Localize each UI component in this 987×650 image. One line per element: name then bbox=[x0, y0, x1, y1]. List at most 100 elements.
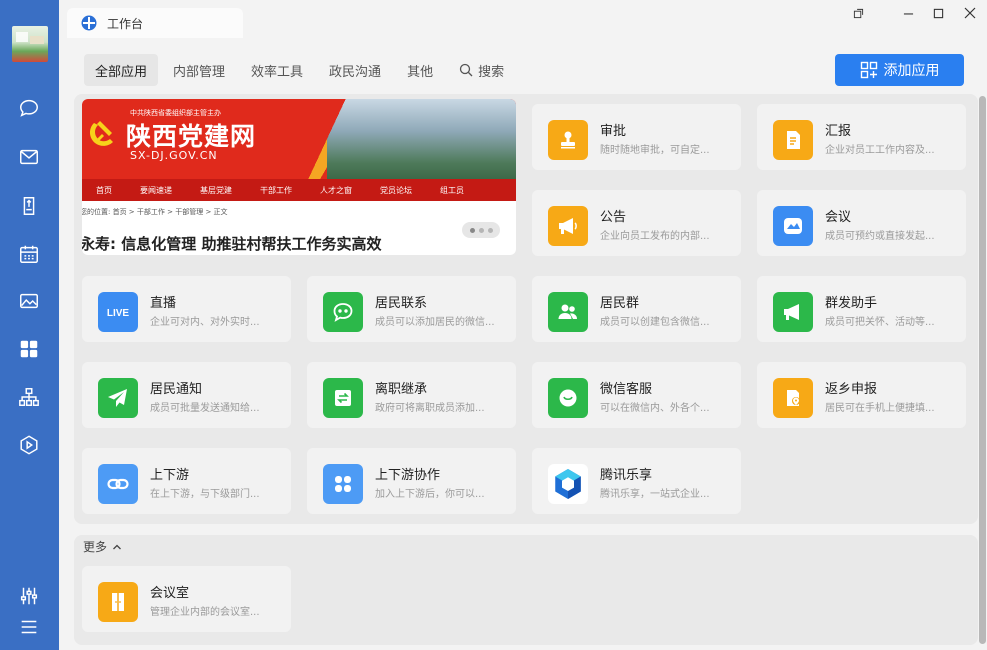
weixin-play-icon[interactable] bbox=[17, 433, 41, 457]
app-card-upstream-downstream[interactable]: 上下游 在上下游，与下级部门... bbox=[82, 448, 291, 514]
more-toggle[interactable]: 更多 bbox=[83, 538, 122, 555]
app-name: 汇报 bbox=[825, 124, 852, 139]
app-name: 腾讯乐享 bbox=[600, 468, 653, 483]
chevron-up-icon bbox=[113, 544, 121, 549]
app-desc: 成员可批量发送通知给... bbox=[150, 403, 260, 414]
title-bar: 工作台 bbox=[59, 0, 987, 38]
add-app-button[interactable]: 添加应用 bbox=[835, 54, 964, 86]
transfer-icon bbox=[323, 378, 363, 418]
banner-site-url: SX-DJ.GOV.CN bbox=[130, 149, 218, 162]
banner-headline: 永寿: 信息化管理 助推驻村帮扶工作务实高效 bbox=[82, 235, 382, 253]
app-card-meeting[interactable]: 会议 成员可预约或直接发起... bbox=[757, 190, 966, 256]
app-desc: 成员可以创建包含微信... bbox=[600, 317, 710, 328]
door-icon bbox=[98, 582, 138, 622]
maximize-button[interactable] bbox=[929, 4, 947, 22]
location-doc-icon bbox=[773, 378, 813, 418]
svg-text:LIVE: LIVE bbox=[107, 308, 130, 319]
meeting-icon bbox=[773, 206, 813, 246]
close-button[interactable] bbox=[961, 4, 979, 22]
menu-icon[interactable] bbox=[17, 615, 41, 639]
banner-breadcrumb: 您的位置: 首页 > 干部工作 > 干部管理 > 正文 bbox=[82, 208, 228, 216]
app-card-report[interactable]: 汇报 企业对员工工作内容及... bbox=[757, 104, 966, 170]
picture-icon[interactable] bbox=[17, 289, 41, 313]
chat-bubble-icon bbox=[323, 292, 363, 332]
app-desc: 政府可将离职成员添加... bbox=[375, 403, 485, 414]
banner-nav-item: 组工员 bbox=[440, 185, 464, 195]
app-card-live[interactable]: LIVE 直播 企业可对内、对外实时... bbox=[82, 276, 291, 342]
banner-nav-item: 要闻速递 bbox=[140, 185, 172, 195]
group-icon bbox=[548, 292, 588, 332]
app-name: 群发助手 bbox=[825, 296, 878, 311]
stamp-icon bbox=[548, 120, 588, 160]
app-card-resident-group[interactable]: 居民群 成员可以创建包含微信... bbox=[532, 276, 741, 342]
app-card-resignation-inherit[interactable]: 离职继承 政府可将离职成员添加... bbox=[307, 362, 516, 428]
banner-nav: 首页 要闻速递 基层党建 干部工作 人才之窗 党员论坛 组工员 bbox=[82, 179, 516, 201]
app-card-upstream-collab[interactable]: 上下游协作 加入上下游后，你可以... bbox=[307, 448, 516, 514]
workbench-icon[interactable] bbox=[17, 337, 41, 361]
app-name: 微信客服 bbox=[600, 382, 653, 397]
org-chart-icon[interactable] bbox=[17, 385, 41, 409]
message-icon[interactable] bbox=[17, 96, 41, 120]
tab-gov-citizen[interactable]: 政民沟通 bbox=[318, 54, 392, 86]
document-icon[interactable] bbox=[17, 194, 41, 218]
report-icon bbox=[773, 120, 813, 160]
app-desc: 在上下游，与下级部门... bbox=[150, 489, 260, 500]
sidebar bbox=[0, 0, 59, 650]
category-tabs: 全部应用 内部管理 效率工具 政民沟通 其他 搜索 bbox=[84, 54, 519, 86]
banner-nav-item: 干部工作 bbox=[260, 185, 292, 195]
app-desc: 企业可对内、对外实时... bbox=[150, 317, 260, 328]
app-desc: 随时随地审批，可自定... bbox=[600, 145, 710, 156]
mail-icon[interactable] bbox=[17, 145, 41, 169]
live-icon: LIVE bbox=[98, 292, 138, 332]
app-desc: 成员可把关怀、活动等... bbox=[825, 317, 935, 328]
settings-sliders-icon[interactable] bbox=[17, 584, 41, 608]
banner-nav-item: 人才之窗 bbox=[320, 185, 352, 195]
tab-internal-management[interactable]: 内部管理 bbox=[162, 54, 236, 86]
app-card-announcement[interactable]: 公告 企业向员工发布的内部... bbox=[532, 190, 741, 256]
service-icon bbox=[548, 378, 588, 418]
app-name: 审批 bbox=[600, 124, 627, 139]
banner-nav-item: 基层党建 bbox=[200, 185, 232, 195]
app-name: 会议室 bbox=[150, 586, 190, 601]
app-desc: 企业向员工发布的内部... bbox=[600, 231, 710, 242]
app-card-tencent-lexiang[interactable]: 腾讯乐享 腾讯乐享，一站式企业... bbox=[532, 448, 741, 514]
carousel-dots[interactable] bbox=[462, 222, 500, 238]
app-name: 居民群 bbox=[600, 296, 640, 311]
app-card-meeting-room[interactable]: 会议室 管理企业内部的会议室... bbox=[82, 566, 291, 632]
news-banner[interactable]: 中共陕西省委组织部主管主办 陕西党建网 SX-DJ.GOV.CN 首页 要闻速递… bbox=[82, 99, 516, 255]
app-name: 直播 bbox=[150, 296, 177, 311]
app-card-wechat-service[interactable]: 微信客服 可以在微信内、外各个... bbox=[532, 362, 741, 428]
scrollbar[interactable] bbox=[979, 96, 986, 644]
app-card-return-declare[interactable]: 返乡申报 居民可在手机上便捷填... bbox=[757, 362, 966, 428]
app-desc: 居民可在手机上便捷填... bbox=[825, 403, 935, 414]
app-desc: 管理企业内部的会议室... bbox=[150, 607, 260, 618]
grid-icon bbox=[323, 464, 363, 504]
app-desc: 企业对员工工作内容及... bbox=[825, 145, 935, 156]
minimize-button[interactable] bbox=[899, 4, 917, 22]
app-name: 离职继承 bbox=[375, 382, 428, 397]
app-name: 上下游 bbox=[150, 468, 190, 483]
search-button[interactable]: 搜索 bbox=[448, 54, 515, 86]
app-card-broadcast[interactable]: 群发助手 成员可把关怀、活动等... bbox=[757, 276, 966, 342]
app-desc: 可以在微信内、外各个... bbox=[600, 403, 710, 414]
app-desc: 加入上下游后，你可以... bbox=[375, 489, 485, 500]
avatar[interactable] bbox=[12, 26, 48, 62]
pin-window-icon[interactable] bbox=[849, 4, 867, 22]
app-desc: 腾讯乐享，一站式企业... bbox=[600, 489, 710, 500]
app-desc: 成员可预约或直接发起... bbox=[825, 231, 935, 242]
app-name: 居民联系 bbox=[375, 296, 428, 311]
party-emblem-icon bbox=[89, 121, 113, 146]
app-card-resident-notice[interactable]: 居民通知 成员可批量发送通知给... bbox=[82, 362, 291, 428]
app-name: 居民通知 bbox=[150, 382, 203, 397]
megaphone-icon bbox=[548, 206, 588, 246]
tab-label: 工作台 bbox=[107, 16, 144, 31]
app-card-approval[interactable]: 审批 随时随地审批，可自定... bbox=[532, 104, 741, 170]
tab-other[interactable]: 其他 bbox=[396, 54, 444, 86]
calendar-icon[interactable] bbox=[17, 242, 41, 266]
tab-efficiency-tools[interactable]: 效率工具 bbox=[240, 54, 314, 86]
tab-all-apps[interactable]: 全部应用 bbox=[84, 54, 159, 86]
lexiang-icon bbox=[548, 464, 588, 504]
tab-workbench[interactable]: 工作台 bbox=[67, 8, 243, 38]
app-name: 返乡申报 bbox=[825, 382, 878, 397]
app-card-resident-contact[interactable]: 居民联系 成员可以添加居民的微信... bbox=[307, 276, 516, 342]
